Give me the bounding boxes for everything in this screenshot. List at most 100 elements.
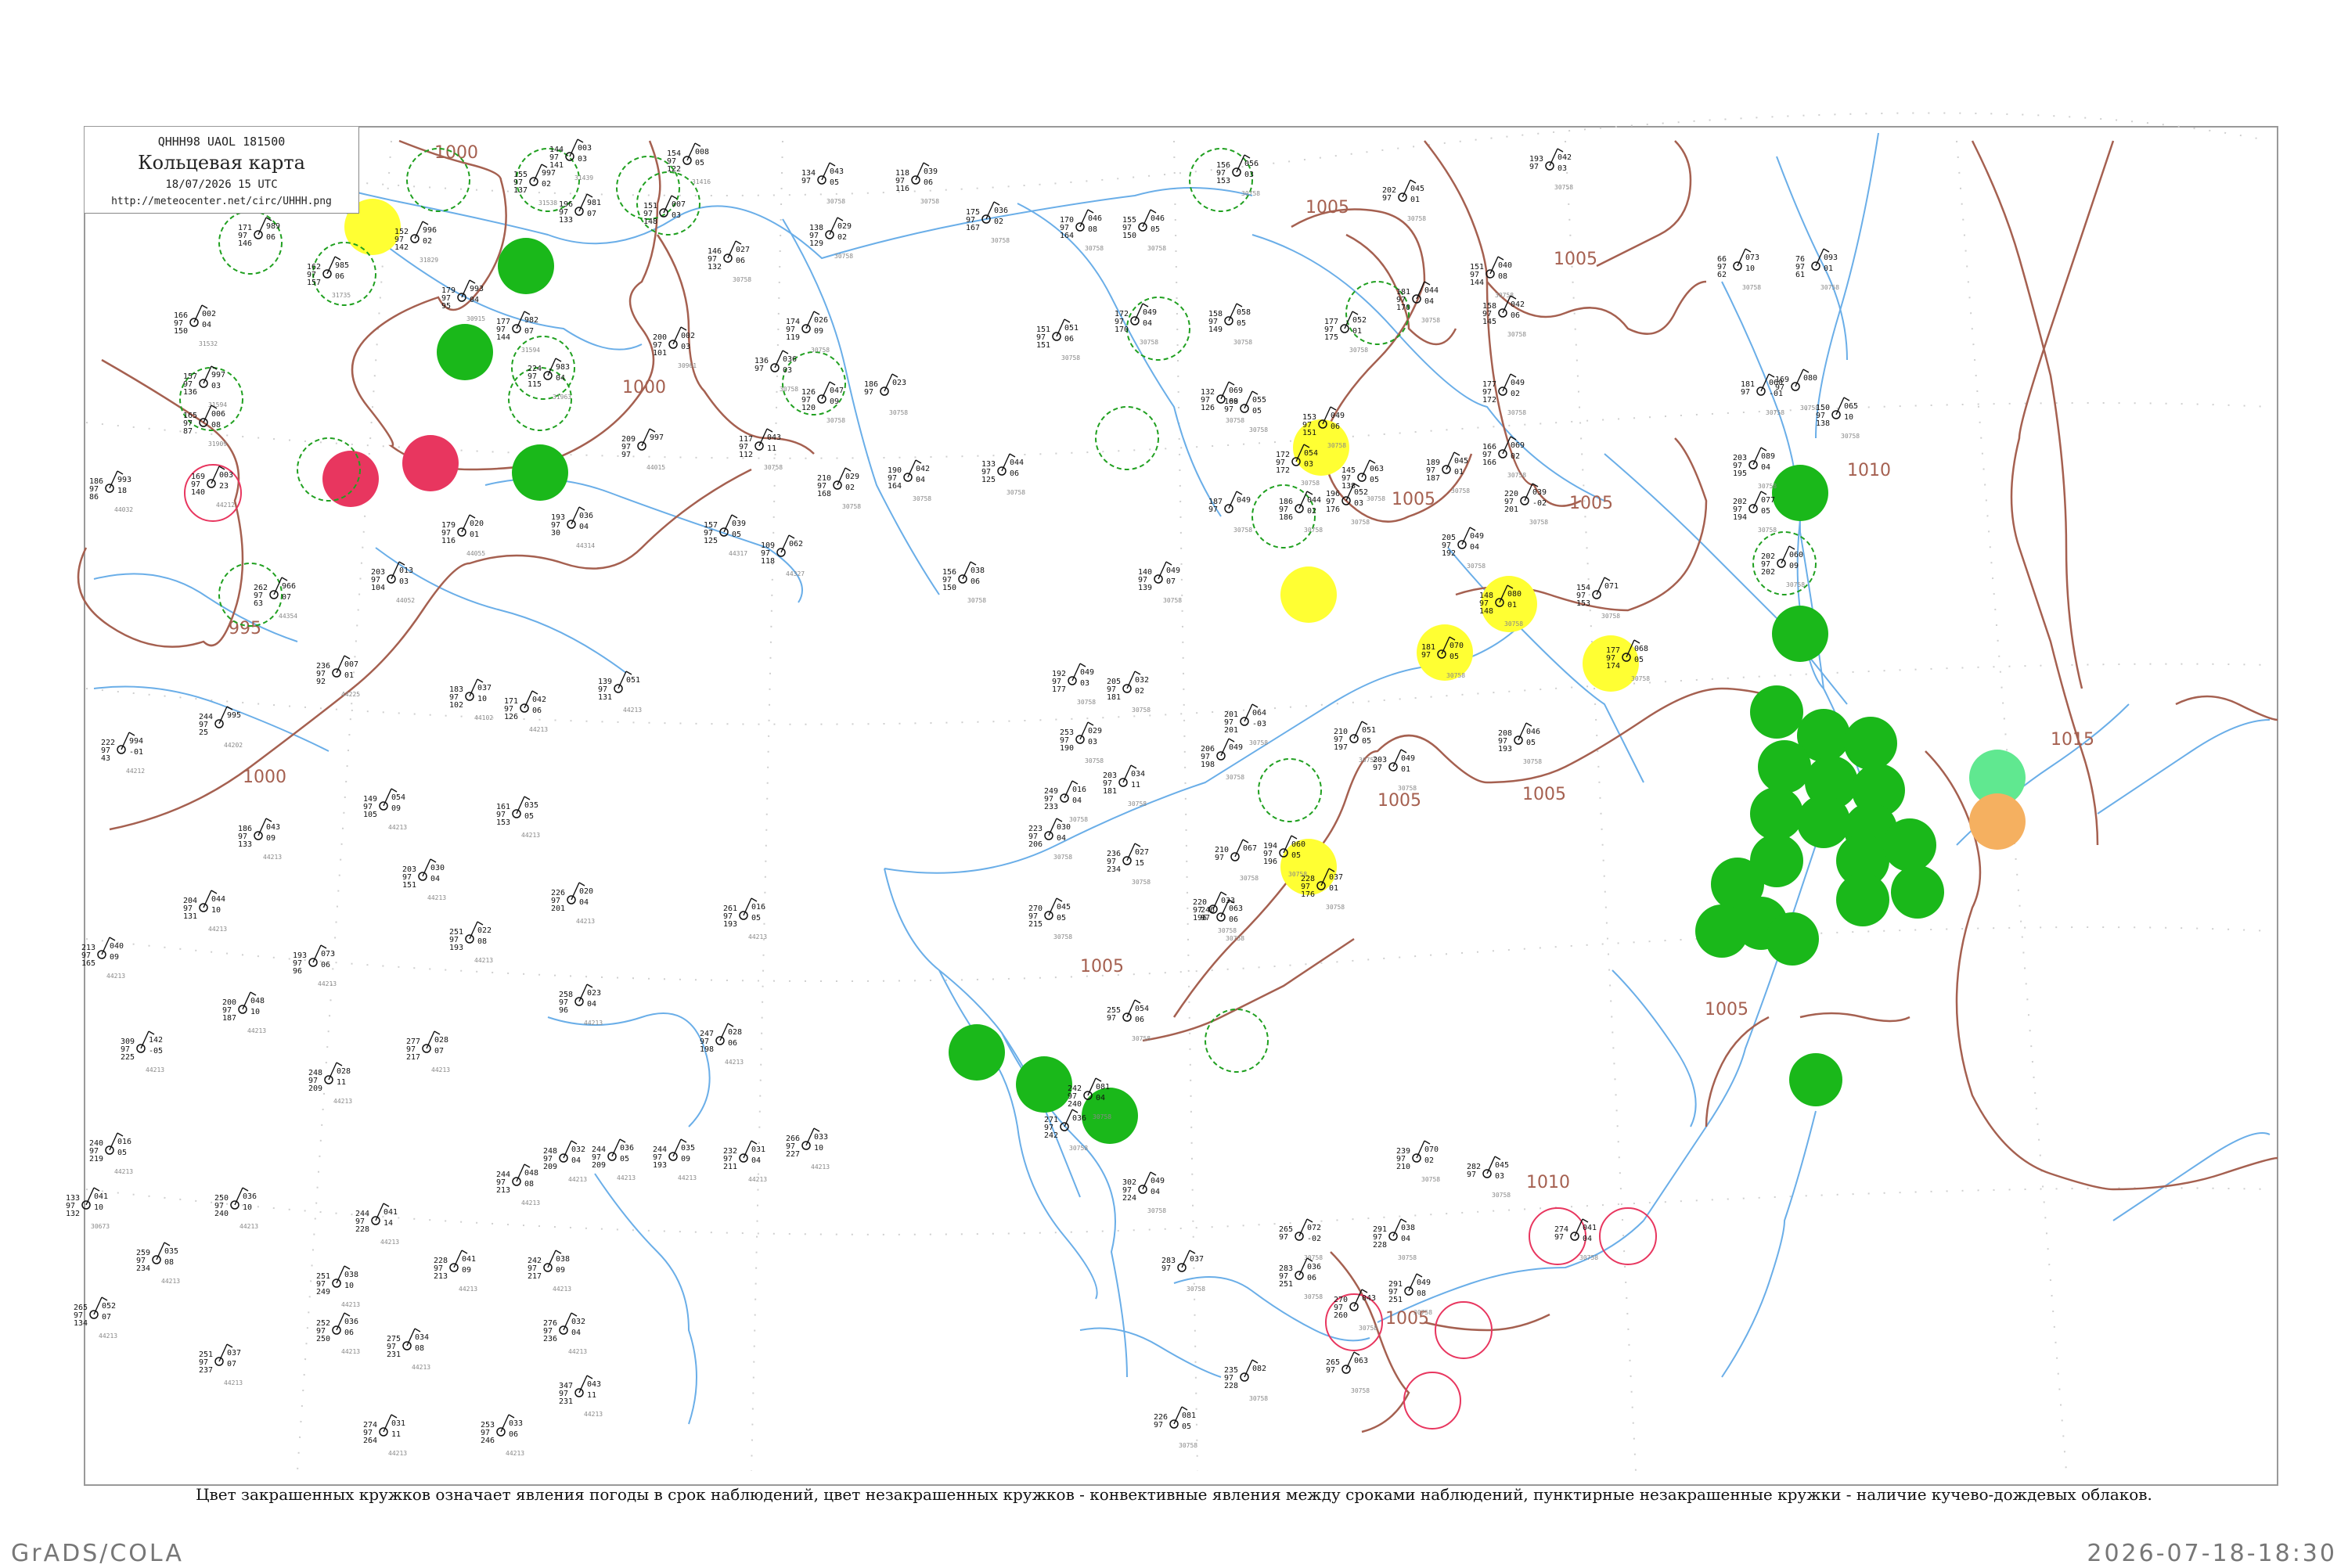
station-model[interactable]: 190164042049730758 — [888, 459, 931, 502]
station-model[interactable]: 172170049049730758 — [1115, 303, 1158, 346]
station-model[interactable]: 210197051059730758 — [1334, 721, 1377, 764]
station-model[interactable]: 133132041109730673 — [66, 1187, 110, 1230]
station-model[interactable]: 150138065109730758 — [1816, 397, 1860, 440]
station-model[interactable]: 252250036069744213 — [316, 1312, 360, 1355]
station-model[interactable]: 242217038099744213 — [528, 1250, 571, 1293]
station-model[interactable]: 181170044049730758 — [1396, 281, 1440, 324]
station-model[interactable]: 200187048109744213 — [222, 991, 266, 1034]
station-model[interactable]: 208193046059730758 — [1498, 722, 1542, 765]
station-model[interactable]: 203181034119730758 — [1103, 764, 1147, 807]
station-model[interactable]: 134 043059730758 — [801, 162, 845, 205]
station-model[interactable]: 226 081059730758 — [1154, 1406, 1197, 1449]
station-model[interactable]: 179116020019744055 — [441, 514, 485, 557]
station-model[interactable]: 202194077059730758 — [1733, 491, 1777, 534]
station-model[interactable]: 203 049019730758 — [1373, 749, 1417, 792]
station-model[interactable]: 19396073069744213 — [293, 944, 337, 987]
station-model[interactable]: 169 0809730758 — [1775, 369, 1819, 412]
station-model[interactable]: 18686993189744032 — [89, 470, 133, 513]
station-model[interactable]: 22243994-019744212 — [101, 732, 145, 775]
station-model[interactable]: 277217028079744213 — [406, 1030, 450, 1074]
station-model[interactable]: 248209028119744213 — [308, 1062, 352, 1105]
station-model[interactable]: 276236032049744213 — [543, 1312, 587, 1355]
station-model[interactable]: 265 0639730758 — [1326, 1351, 1370, 1394]
station-model[interactable]: 19330036049744314 — [551, 506, 595, 549]
station-model[interactable]: 25896023049744213 — [559, 984, 603, 1027]
station-model[interactable]: 170164046089730758 — [1060, 209, 1104, 252]
station-model[interactable]: 302224049049730758 — [1122, 1171, 1166, 1214]
station-model[interactable]: 2712420369730758 — [1044, 1109, 1088, 1152]
station-model[interactable]: 187 0499730758 — [1208, 491, 1252, 534]
station-model[interactable]: 239210070029730758 — [1396, 1140, 1440, 1183]
station-model[interactable]: 1091180629744327 — [761, 534, 805, 577]
station-model[interactable]: 23692007019744225 — [316, 655, 360, 698]
station-model[interactable]: 183102037109744102 — [449, 678, 493, 721]
station-model[interactable]: 259234035089744213 — [136, 1242, 180, 1285]
station-model[interactable]: 248209032049744213 — [543, 1140, 587, 1183]
station-model[interactable]: 309225142-059744213 — [121, 1030, 164, 1074]
station-model[interactable]: 205192049049730758 — [1442, 527, 1486, 570]
station-model[interactable]: 2061980499730758 — [1201, 738, 1244, 781]
station-model[interactable]: 175167036029730758 — [966, 201, 1010, 244]
station-model[interactable]: 1961339810797 — [559, 193, 601, 225]
station-model[interactable]: 261193016059744213 — [723, 897, 767, 940]
station-model[interactable]: 146132027069730758 — [708, 240, 751, 283]
station-model[interactable]: 117112043119730758 — [739, 428, 783, 471]
station-model[interactable]: 274264031119744213 — [363, 1414, 407, 1457]
station-model[interactable]: 209979979744015 — [621, 428, 665, 471]
station-model[interactable]: 189187045019730758 — [1426, 451, 1470, 494]
station-model[interactable]: 177144982079731594 — [496, 311, 540, 354]
station-model[interactable]: 166166069029730758 — [1482, 436, 1526, 479]
station-model[interactable]: 270215045059730758 — [1028, 897, 1072, 940]
station-model[interactable]: 210168029029730758 — [817, 467, 861, 510]
station-model[interactable]: 162157985069731735 — [307, 256, 351, 299]
station-model[interactable]: 210 0679730758 — [1215, 839, 1259, 882]
station-model[interactable]: 136 036039730758 — [754, 350, 798, 393]
station-model[interactable]: 251193022089744213 — [449, 921, 493, 964]
station-model[interactable]: 193 042039730758 — [1529, 148, 1573, 191]
station-model[interactable]: 275231034089744213 — [387, 1328, 430, 1371]
station-model[interactable]: 347231043119744213 — [559, 1375, 603, 1418]
station-model[interactable]: 156150038069730758 — [942, 561, 986, 604]
station-model[interactable]: 224115983049731963 — [528, 358, 571, 401]
map-url[interactable]: http://meteocenter.net/circ/UHHH.png — [85, 196, 358, 207]
station-model[interactable]: 274 041049730758 — [1554, 1218, 1598, 1261]
station-model[interactable]: 186 0239730758 — [864, 373, 908, 416]
station-model[interactable]: 202 045019730758 — [1382, 179, 1426, 222]
station-model[interactable]: 144141003039731439 — [549, 138, 593, 182]
station-model[interactable]: 249233016049730758 — [1044, 780, 1088, 823]
station-model[interactable]: 246 063069730758 — [1201, 899, 1244, 942]
station-model[interactable]: 203195089049730758 — [1733, 447, 1777, 490]
station-model[interactable]: 247198028069744213 — [700, 1023, 744, 1066]
station-model[interactable]: 244213048089744213 — [496, 1163, 540, 1207]
station-model[interactable]: 155150046059730758 — [1122, 209, 1166, 252]
station-model[interactable]: 255 054069730758 — [1107, 999, 1151, 1042]
station-model[interactable]: 166150002049731532 — [174, 304, 218, 347]
station-model[interactable]: 161153035059744213 — [496, 796, 540, 839]
station-model[interactable]: 133125044069730758 — [981, 453, 1025, 496]
station-model[interactable]: 236234027159730758 — [1107, 843, 1151, 886]
station-model[interactable]: 244193035099744213 — [653, 1138, 697, 1181]
station-model[interactable]: 151151051069730758 — [1036, 318, 1080, 361]
station-model[interactable]: 156153056039730758 — [1216, 154, 1260, 197]
station-model[interactable]: 232211031049744213 — [723, 1140, 767, 1183]
station-model[interactable]: 266227033109744213 — [786, 1127, 830, 1171]
station-model[interactable]: 154122008059731416 — [667, 142, 711, 185]
station-model[interactable]: 1541530719730758 — [1576, 577, 1620, 620]
station-model[interactable]: 213165040099744213 — [81, 937, 125, 980]
station-model[interactable]: 250240036109744213 — [214, 1187, 258, 1230]
station-model[interactable]: 186133043099744213 — [238, 818, 282, 861]
station-model[interactable]: 265 072-029730758 — [1279, 1218, 1323, 1261]
station-model[interactable]: 203104013039744052 — [371, 561, 415, 604]
station-model[interactable]: 244209036059744213 — [592, 1138, 636, 1181]
station-model[interactable]: 283 0379730758 — [1161, 1250, 1205, 1293]
station-model[interactable]: 171126042069744213 — [504, 690, 548, 733]
station-model[interactable]: 253246033069744213 — [481, 1414, 524, 1457]
station-model[interactable]: 151144040089730758 — [1470, 256, 1514, 299]
station-model[interactable]: 253190029039730758 — [1060, 721, 1104, 764]
station-model[interactable]: 244259959744202 — [199, 706, 243, 749]
station-model[interactable]: 244228041149744213 — [355, 1203, 399, 1246]
station-model[interactable]: 251237037079744213 — [199, 1343, 243, 1386]
station-model[interactable]: 251249038109744213 — [316, 1265, 360, 1308]
station-model[interactable]: 202202060099730758 — [1761, 545, 1805, 588]
station-model[interactable]: 203151030049744213 — [402, 858, 446, 901]
